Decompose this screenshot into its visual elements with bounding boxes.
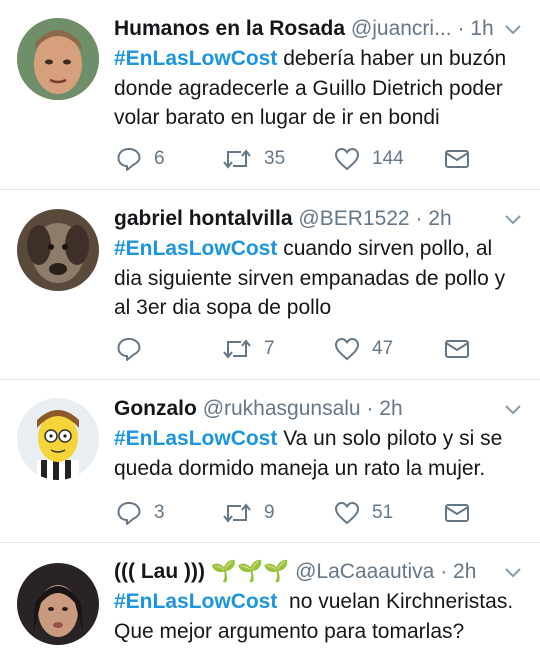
tweet-text: #EnLasLowCost no vuelan Kirchneristas. Q… [114, 587, 526, 646]
avatar-image [17, 18, 99, 100]
tweet-header: Gonzalo @rukhasgunsalu · 2h [114, 394, 510, 424]
reply-icon [117, 338, 141, 361]
retweet-icon [223, 339, 251, 359]
tweet[interactable]: gabriel hontalvilla @BER1522 · 2h #EnLas… [0, 190, 540, 380]
like-button[interactable]: 144 [334, 144, 404, 174]
envelope-icon [445, 150, 469, 168]
display-name[interactable]: ((( Lau ))) [114, 560, 205, 583]
hashtag-link[interactable]: #EnLasLowCost [114, 427, 277, 450]
reply-button[interactable]: 6 [116, 144, 165, 174]
avatar-image [17, 563, 99, 645]
tweet-text: #EnLasLowCost debería haber un buzón don… [114, 44, 526, 133]
chevron-down-icon[interactable] [504, 565, 522, 579]
avatar[interactable] [17, 209, 99, 291]
timestamp[interactable]: · 1h [457, 17, 493, 40]
chevron-down-icon[interactable] [504, 212, 522, 226]
retweet-count: 9 [264, 502, 275, 523]
heart-icon [334, 147, 360, 171]
chevron-down-icon[interactable] [504, 22, 522, 36]
direct-message-button[interactable] [444, 498, 470, 528]
reply-count: 3 [154, 502, 165, 523]
like-count: 51 [372, 502, 394, 523]
envelope-icon [445, 340, 469, 358]
tweet[interactable]: Gonzalo @rukhasgunsalu · 2h #EnLasLowCos… [0, 380, 540, 543]
like-count: 47 [372, 338, 394, 359]
avatar-image [17, 209, 99, 291]
retweet-button[interactable]: 9 [222, 498, 275, 528]
tweet-actions: 6 35 144 [114, 144, 526, 174]
user-handle[interactable]: @rukhasgunsalu [203, 397, 361, 420]
user-handle[interactable]: @BER1522 [298, 207, 409, 230]
tweet-text: #EnLasLowCost cuando sirven pollo, al di… [114, 234, 526, 323]
direct-message-button[interactable] [444, 334, 470, 364]
direct-message-button[interactable] [444, 144, 470, 174]
reply-button[interactable]: 3 [116, 498, 165, 528]
heart-icon [334, 501, 360, 525]
heart-icon [334, 337, 360, 361]
tweet-actions: 7 47 [114, 334, 526, 364]
like-count: 144 [372, 148, 404, 169]
retweet-button[interactable]: 7 [222, 334, 275, 364]
tweet-header: Humanos en la Rosada @juancri... · 1h [114, 14, 510, 44]
timestamp[interactable]: · 2h [415, 207, 451, 230]
tweet-text: #EnLasLowCost Va un solo piloto y si se … [114, 424, 526, 483]
reply-icon [117, 148, 141, 171]
retweet-count: 7 [264, 338, 275, 359]
hashtag-link[interactable]: #EnLasLowCost [114, 237, 277, 260]
reply-icon [117, 502, 141, 525]
avatar[interactable] [17, 563, 99, 645]
like-button[interactable]: 47 [334, 334, 393, 364]
retweet-count: 35 [264, 148, 286, 169]
tweet[interactable]: Humanos en la Rosada @juancri... · 1h #E… [0, 0, 540, 190]
hashtag-link[interactable]: #EnLasLowCost [114, 47, 277, 70]
reply-button[interactable] [116, 334, 154, 364]
timestamp[interactable]: · 2h [366, 397, 402, 420]
envelope-icon [445, 504, 469, 522]
display-name[interactable]: gabriel hontalvilla [114, 207, 293, 230]
user-handle[interactable]: @LaCaaautiva [295, 560, 434, 583]
retweet-button[interactable]: 35 [222, 144, 285, 174]
like-button[interactable]: 51 [334, 498, 393, 528]
display-name[interactable]: Gonzalo [114, 397, 197, 420]
retweet-icon [223, 149, 251, 169]
tweet[interactable]: ((( Lau ))) 🌱🌱🌱 @LaCaaautiva · 2h #EnLas… [0, 543, 540, 650]
tweet-header: gabriel hontalvilla @BER1522 · 2h [114, 204, 510, 234]
tweet-actions: 3 9 51 [114, 498, 526, 528]
tweet-header: ((( Lau ))) 🌱🌱🌱 @LaCaaautiva · 2h [114, 557, 510, 587]
timestamp[interactable]: · 2h [440, 560, 476, 583]
display-name-emoji: 🌱🌱🌱 [210, 560, 290, 583]
retweet-icon [223, 503, 251, 523]
avatar[interactable] [17, 398, 99, 480]
display-name[interactable]: Humanos en la Rosada [114, 17, 345, 40]
avatar-image [17, 398, 99, 480]
avatar[interactable] [17, 18, 99, 100]
reply-count: 6 [154, 148, 165, 169]
chevron-down-icon[interactable] [504, 402, 522, 416]
hashtag-link[interactable]: #EnLasLowCost [114, 590, 277, 613]
user-handle[interactable]: @juancri... [351, 17, 452, 40]
